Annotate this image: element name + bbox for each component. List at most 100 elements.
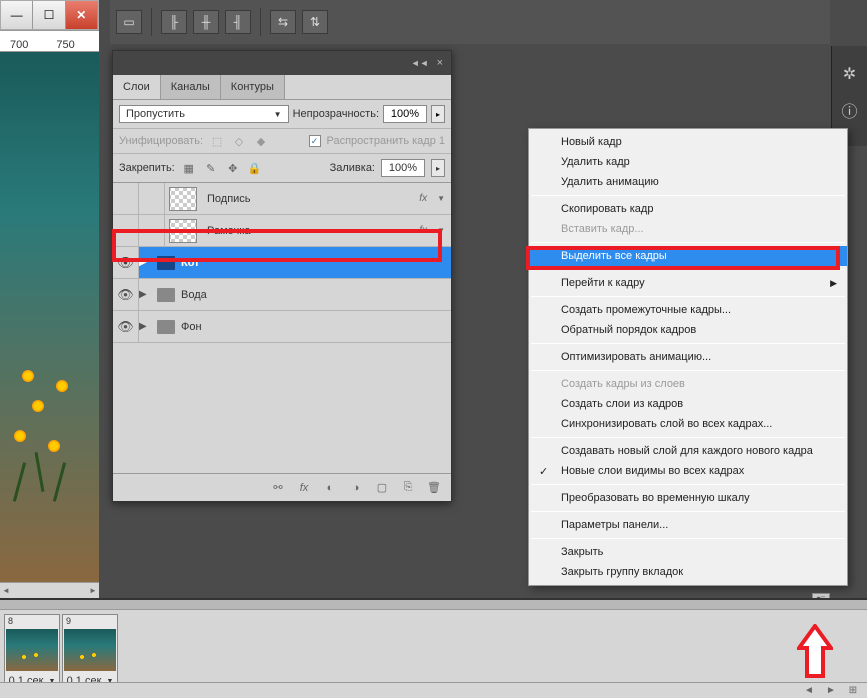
lock-all-icon[interactable]: 🔒 (247, 161, 263, 175)
menu-item-optimize[interactable]: Оптимизировать анимацию... (529, 347, 847, 367)
menu-label: Новые слои видимы во всех кадрах (561, 465, 744, 477)
layer-thumb[interactable] (169, 219, 197, 243)
blend-mode-select[interactable]: Пропустить ▼ (119, 105, 289, 123)
menu-item-goto-frame[interactable]: Перейти к кадру▶ (529, 273, 847, 293)
layer-row[interactable]: 👁 ▶ Вода (113, 279, 451, 311)
scroll-left-icon[interactable]: ◄ (801, 685, 817, 697)
distribute-icon[interactable]: ⇆ (270, 10, 296, 34)
opacity-input[interactable]: 100% (383, 105, 427, 123)
tab-channels[interactable]: Каналы (161, 75, 221, 99)
layer-thumb[interactable] (169, 187, 197, 211)
expand-icon[interactable]: ▶ (139, 257, 153, 268)
unify-style-icon[interactable]: ◆ (253, 134, 269, 148)
mask-icon[interactable]: ◐ (321, 480, 339, 496)
visibility-icon[interactable]: 👁 (113, 279, 139, 310)
layer-name[interactable]: Кот (175, 257, 451, 269)
menu-item-layers-from-frames[interactable]: Создать слои из кадров (529, 394, 847, 414)
layer-name[interactable]: Подпись (201, 193, 419, 205)
trash-icon[interactable]: 🗑 (425, 480, 443, 496)
menu-separator (531, 195, 845, 196)
chevron-down-icon[interactable]: ▼ (431, 194, 451, 203)
visibility-icon[interactable] (113, 183, 139, 214)
visibility-icon[interactable] (113, 215, 139, 246)
document-scrollbar[interactable]: ◄► (0, 582, 99, 598)
frame-thumb[interactable]: 9 0,1 сек.▼ (62, 614, 118, 690)
new-layer-icon[interactable]: ⎘ (399, 480, 417, 496)
unify-visibility-icon[interactable]: ◇ (231, 134, 247, 148)
menu-item-close[interactable]: Закрыть (529, 542, 847, 562)
collapse-icon[interactable]: ◄◄ (407, 58, 433, 68)
fx-badge[interactable]: fx (419, 193, 431, 204)
chevron-down-icon: ▼ (274, 110, 282, 119)
group-icon[interactable]: ▢ (373, 480, 391, 496)
menu-item-panel-options[interactable]: Параметры панели... (529, 515, 847, 535)
menu-item-new-frame[interactable]: Новый кадр (529, 132, 847, 152)
layer-name[interactable]: Фон (175, 321, 451, 333)
timeline-footer: ◄ ► ⊞ (0, 682, 867, 698)
scroll-right-icon[interactable]: ► (823, 685, 839, 697)
menu-item-copy-frame[interactable]: Скопировать кадр (529, 199, 847, 219)
propagate-label: Распространить кадр 1 (327, 135, 445, 147)
maximize-button[interactable]: ☐ (33, 1, 65, 29)
expand-icon[interactable]: ▶ (139, 289, 153, 300)
compass-icon[interactable]: ✲ (838, 62, 862, 86)
chevron-down-icon[interactable]: ▼ (431, 226, 451, 235)
timeline-toggle-icon[interactable]: ⊞ (845, 685, 861, 697)
propagate-checkbox[interactable]: ✓ (309, 135, 321, 147)
menu-item-new-layer-each[interactable]: Создавать новый слой для каждого нового … (529, 441, 847, 461)
folder-icon (157, 288, 175, 302)
menu-item-layers-visible[interactable]: ✓Новые слои видимы во всех кадрах (529, 461, 847, 481)
ruler-tick: 700 (10, 39, 28, 51)
menu-label: Перейти к кадру (561, 277, 645, 289)
panel-close-icon[interactable]: × (433, 57, 447, 69)
timeline-scrollbar[interactable] (0, 600, 867, 610)
menu-item-select-all-frames[interactable]: Выделить все кадры (529, 246, 847, 266)
lock-position-icon[interactable]: ✥ (225, 161, 241, 175)
tool-icon[interactable]: ▭ (116, 10, 142, 34)
visibility-icon[interactable]: 👁 (113, 311, 139, 342)
fill-input[interactable]: 100% (381, 159, 425, 177)
tab-layers[interactable]: Слои (113, 75, 161, 99)
lock-transparency-icon[interactable]: ▦ (181, 161, 197, 175)
tab-paths[interactable]: Контуры (221, 75, 285, 99)
layer-name[interactable]: Рамочка (201, 225, 419, 237)
distribute-icon[interactable]: ⇅ (302, 10, 328, 34)
lock-paint-icon[interactable]: ✎ (203, 161, 219, 175)
layer-row[interactable]: 👁 ▶ Фон (113, 311, 451, 343)
unify-position-icon[interactable]: ⬚ (209, 134, 225, 148)
close-button[interactable]: ✕ (66, 1, 98, 29)
fx-icon[interactable]: fx (295, 480, 313, 496)
menu-item-reverse[interactable]: Обратный порядок кадров (529, 320, 847, 340)
menu-separator (531, 343, 845, 344)
info-icon[interactable]: ⓘ (838, 98, 862, 122)
menu-item-delete-frame[interactable]: Удалить кадр (529, 152, 847, 172)
align-right-icon[interactable]: ╢ (225, 10, 251, 34)
frame-thumb[interactable]: 8 0,1 сек.▼ (4, 614, 60, 690)
lock-row: Закрепить: ▦ ✎ ✥ 🔒 Заливка: 100% ▸ (113, 154, 451, 183)
layers-panel: ◄◄ × Слои Каналы Контуры Пропустить ▼ Не… (112, 50, 452, 502)
expand-icon[interactable]: ▶ (139, 321, 153, 332)
frame-number: 8 (5, 615, 59, 627)
fx-badge[interactable]: fx (419, 225, 431, 236)
opacity-flyout-icon[interactable]: ▸ (431, 105, 445, 123)
canvas[interactable] (0, 52, 99, 582)
adjustment-icon[interactable]: ◑ (347, 480, 365, 496)
link-icon[interactable]: ⚯ (269, 480, 287, 496)
layer-row[interactable]: Подпись fx ▼ (113, 183, 451, 215)
panel-header[interactable]: ◄◄ × (113, 51, 451, 75)
minimize-button[interactable]: — (1, 1, 33, 29)
align-left-icon[interactable]: ╟ (161, 10, 187, 34)
layer-row-selected[interactable]: 👁 ▶ Кот (113, 247, 451, 279)
fill-label: Заливка: (330, 162, 375, 174)
menu-item-match-layer[interactable]: Синхронизировать слой во всех кадрах... (529, 414, 847, 434)
layer-row[interactable]: Рамочка fx ▼ (113, 215, 451, 247)
visibility-icon[interactable]: 👁 (113, 247, 139, 278)
menu-separator (531, 242, 845, 243)
fill-flyout-icon[interactable]: ▸ (431, 159, 445, 177)
layer-name[interactable]: Вода (175, 289, 451, 301)
align-center-icon[interactable]: ╫ (193, 10, 219, 34)
menu-item-delete-anim[interactable]: Удалить анимацию (529, 172, 847, 192)
menu-item-tween[interactable]: Создать промежуточные кадры... (529, 300, 847, 320)
menu-item-close-group[interactable]: Закрыть группу вкладок (529, 562, 847, 582)
menu-item-convert-timeline[interactable]: Преобразовать во временную шкалу (529, 488, 847, 508)
